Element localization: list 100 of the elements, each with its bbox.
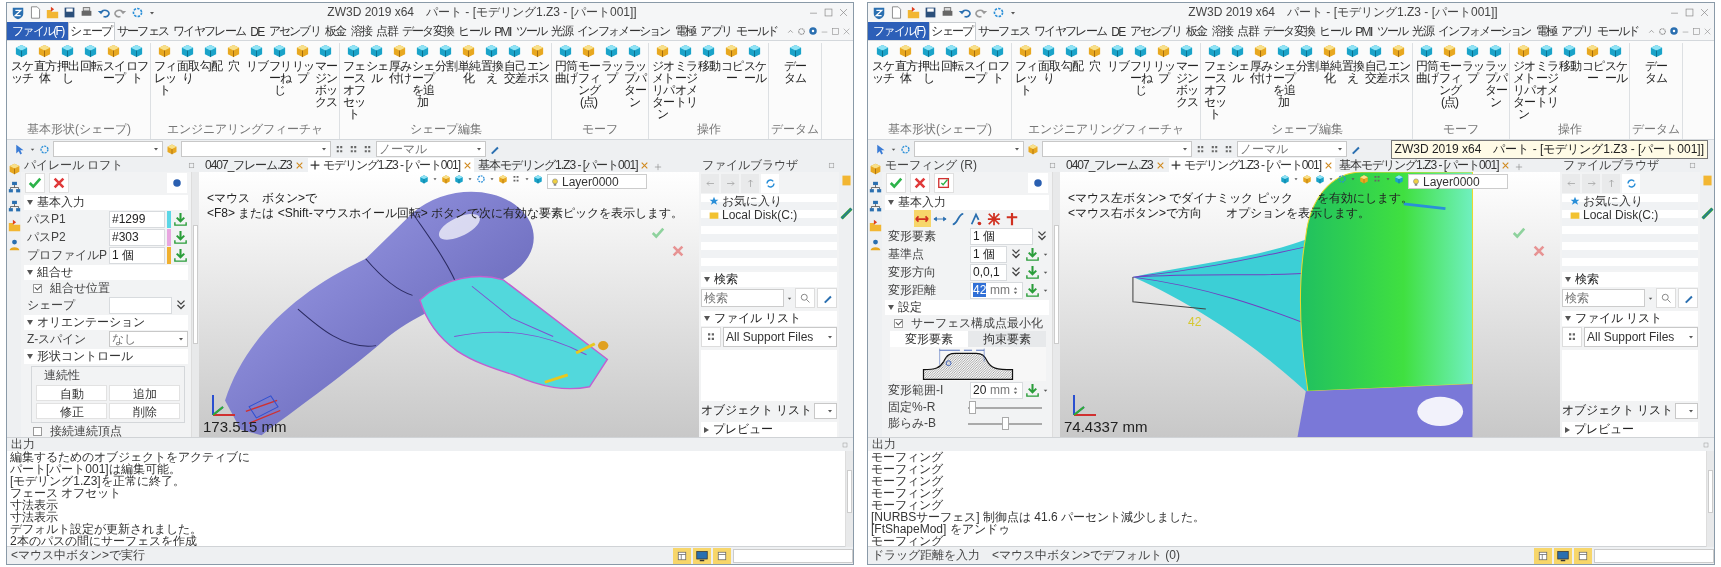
ribbon-button[interactable]: 厚み付け [1249, 43, 1272, 84]
maximize-icon[interactable] [1692, 26, 1701, 36]
mode-button[interactable] [985, 210, 1003, 227]
note-icon[interactable] [1700, 174, 1714, 187]
plus-icon[interactable] [1514, 162, 1525, 172]
printer-icon[interactable] [941, 6, 954, 19]
dropdown[interactable] [914, 141, 1024, 157]
search-button[interactable] [795, 288, 815, 308]
input-field[interactable]: 20 mm [970, 381, 1023, 399]
close-icon[interactable] [294, 160, 304, 170]
logo-icon[interactable] [872, 5, 886, 20]
printer-icon[interactable] [80, 6, 93, 19]
grid-icon[interactable] [334, 143, 345, 155]
close-icon[interactable] [1703, 26, 1712, 36]
ribbon-tab[interactable]: アプリ [1559, 22, 1596, 40]
caret-icon[interactable] [432, 176, 438, 182]
ribbon-button[interactable]: 単純化 [457, 43, 480, 84]
caret-icon[interactable] [1385, 176, 1391, 182]
ribbon-tab[interactable]: 電極 [1533, 22, 1560, 40]
close-icon[interactable] [838, 7, 849, 18]
ribbon-button[interactable]: 直方体 [33, 43, 56, 84]
pin-icon[interactable] [187, 160, 196, 170]
tree-item[interactable]: Local Disk(C:) [1562, 208, 1698, 222]
person-icon[interactable] [868, 238, 882, 251]
ribbon-button[interactable]: ラップ [600, 43, 623, 84]
slider-thumb[interactable] [968, 400, 976, 414]
person-icon[interactable] [7, 238, 21, 251]
double-chevron-icon[interactable] [174, 298, 188, 312]
section-header[interactable]: プレビュー [1562, 422, 1698, 437]
spinner-icon[interactable] [1011, 385, 1020, 395]
document-tab[interactable]: 基本モデリング1.Z3 - [パート001] [476, 158, 652, 172]
ribbon-button[interactable]: 勾配 [1060, 43, 1083, 72]
grid-icon[interactable] [348, 143, 359, 155]
close-icon[interactable] [463, 160, 473, 170]
ribbon-button[interactable]: ラップ [1461, 43, 1484, 84]
pick-arrow-icon[interactable] [173, 229, 188, 245]
ribbon-tab[interactable]: ヒール [1317, 22, 1354, 40]
tool-icon[interactable] [839, 207, 853, 220]
pin-icon[interactable] [827, 160, 836, 170]
ribbon-button[interactable]: リップ [291, 43, 314, 84]
maximize-icon[interactable] [823, 7, 834, 18]
close-icon[interactable] [1155, 160, 1165, 170]
tab[interactable]: 変形要素 [890, 331, 968, 347]
ribbon-button[interactable]: スイープ [102, 43, 125, 84]
ribbon-tab[interactable]: モールド [1595, 22, 1642, 40]
close-icon[interactable] [1501, 160, 1511, 170]
cube-icon[interactable] [166, 143, 178, 155]
folder-icon[interactable] [46, 6, 59, 19]
ribbon-button[interactable]: マージンボックス [1175, 43, 1198, 108]
refresh-button[interactable] [1622, 173, 1640, 193]
dropdown[interactable]: All Support Files [1584, 327, 1698, 347]
dropdown[interactable]: ノーマル [376, 141, 486, 157]
ribbon-button[interactable]: 分割 [434, 43, 457, 72]
double-chevron-icon[interactable] [1035, 229, 1049, 243]
tree-item[interactable]: Local Disk(C:) [701, 208, 837, 222]
cancel-button[interactable] [910, 173, 930, 193]
document-tab[interactable]: 0407_フレーム.Z3 [1064, 158, 1167, 172]
file-menu-button[interactable]: ファイル(F) [7, 22, 69, 40]
ribbon-button[interactable]: ロフト [125, 43, 148, 84]
ribbon-tab[interactable]: DE [1109, 22, 1128, 40]
document-tab[interactable]: 基本モデリング1.Z3 - [パート001] [1337, 158, 1513, 172]
cube-icon[interactable] [1302, 174, 1312, 184]
input-field[interactable]: #1299 [109, 210, 165, 228]
search-field[interactable]: 検索 [1562, 289, 1645, 307]
ribbon-button[interactable]: データム [783, 43, 807, 84]
plus-icon[interactable] [653, 162, 664, 172]
ribbon-button[interactable]: コピー [720, 43, 743, 84]
settings-icon[interactable] [797, 26, 806, 36]
caret-icon[interactable] [467, 176, 473, 182]
ribbon-button[interactable]: フリーねじ [268, 43, 291, 96]
cube-icon[interactable] [441, 174, 451, 184]
ribbon-tab[interactable]: PMI [492, 22, 514, 40]
status-button[interactable] [1554, 547, 1572, 564]
cross-icon[interactable] [1532, 244, 1546, 258]
pointer-icon[interactable] [874, 142, 887, 156]
grid-icon[interactable] [1209, 143, 1220, 155]
cube-icon[interactable] [868, 162, 882, 175]
input-field[interactable] [109, 296, 172, 314]
ribbon-button[interactable]: ラップパターン [623, 43, 646, 108]
tool-icon[interactable] [1700, 207, 1714, 220]
ribbon-tab[interactable]: 光源 [1410, 22, 1437, 40]
ribbon-button[interactable]: 置換え [480, 43, 503, 84]
action-button[interactable]: 追加 [109, 385, 180, 401]
tree-icon[interactable] [7, 181, 21, 194]
ribbon-tab[interactable]: 板金 [323, 22, 349, 40]
document-tab[interactable]: モデリング1.Z3 - [パート001] [307, 158, 475, 172]
ribbon-button[interactable]: 移動 [697, 43, 720, 72]
save-icon[interactable] [63, 6, 76, 19]
ribbon-tab[interactable]: DE [248, 22, 267, 40]
status-button[interactable] [713, 547, 731, 564]
ribbon-tab[interactable]: 溶接 [1209, 22, 1236, 40]
help-icon[interactable] [1669, 26, 1679, 36]
pin-icon[interactable] [1688, 160, 1697, 170]
save-icon[interactable] [924, 6, 937, 19]
refresh-button[interactable] [761, 173, 779, 193]
document-icon[interactable] [29, 6, 42, 19]
ribbon-tab[interactable]: シェープ [929, 22, 976, 40]
ribbon-button[interactable]: 直方体 [894, 43, 917, 84]
view-button[interactable] [701, 327, 721, 347]
ribbon-button[interactable]: 回転 [940, 43, 963, 72]
